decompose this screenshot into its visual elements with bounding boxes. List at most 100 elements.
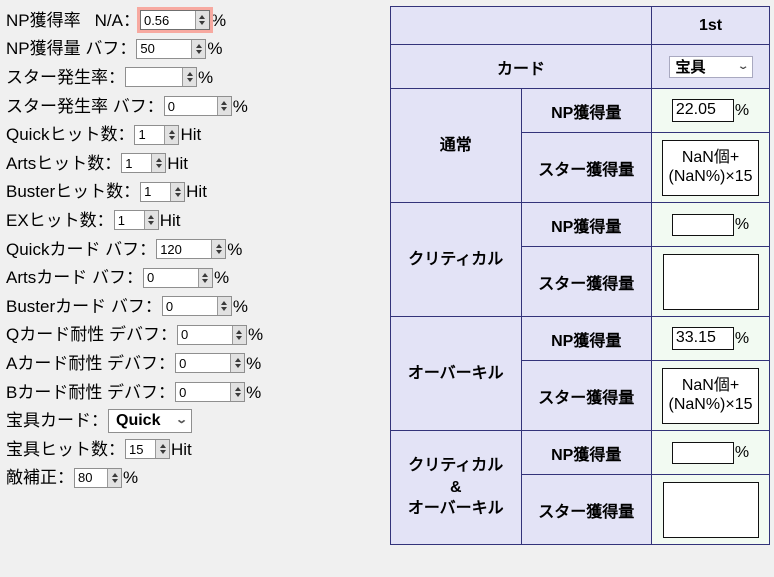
stepper-down-icon[interactable] <box>148 221 155 226</box>
suffix-q-card-resist-debuff: % <box>247 325 264 345</box>
form-row-buster-card-buff: Busterカード バフ： 0% <box>6 292 386 321</box>
spinner-star-rate[interactable] <box>125 67 197 88</box>
stepper-np-gain-rate[interactable] <box>194 11 209 30</box>
stepper-b-card-resist-debuff[interactable] <box>230 383 245 402</box>
label-buster-hits: Busterヒット数： <box>6 182 141 202</box>
stepper-quick-hits[interactable] <box>164 125 179 144</box>
stepper-up-icon[interactable] <box>111 472 118 477</box>
parameter-form: NP獲得率 N/A： 0.56% NP獲得量 バフ： 50% スター発生率：% スター発生率… <box>0 0 386 577</box>
stepper-down-icon[interactable] <box>159 450 166 455</box>
stepper-up-icon[interactable] <box>199 15 206 20</box>
select-np-card-type[interactable]: Quick ⌄ <box>108 408 192 433</box>
spinner-quick-card-buff[interactable]: 120 <box>156 239 227 260</box>
stepper-down-icon[interactable] <box>202 278 209 283</box>
stepper-star-rate[interactable] <box>182 68 196 87</box>
stepper-down-icon[interactable] <box>174 192 181 197</box>
input-a-card-resist-debuff[interactable]: 0 <box>176 354 231 373</box>
stepper-np-gain-buff[interactable] <box>191 39 206 58</box>
stepper-a-card-resist-debuff[interactable] <box>230 354 245 373</box>
stepper-quick-card-buff[interactable] <box>211 240 226 259</box>
stepper-up-icon[interactable] <box>168 129 175 134</box>
stepper-up-icon[interactable] <box>202 272 209 277</box>
card-type-select[interactable]: 宝具 ⌄ <box>668 55 753 78</box>
spinner-buster-hits[interactable]: 1 <box>140 181 186 202</box>
np-percent-label-1: % <box>734 215 750 233</box>
stepper-down-icon[interactable] <box>168 135 175 140</box>
stepper-down-icon[interactable] <box>111 478 118 483</box>
form-row-arts-card-buff: Artsカード バフ： 0% <box>6 263 386 292</box>
spinner-enemy-correction[interactable]: 80 <box>74 467 122 488</box>
stepper-star-rate-buff[interactable] <box>216 97 231 116</box>
spinner-arts-card-buff[interactable]: 0 <box>142 267 213 288</box>
stepper-up-icon[interactable] <box>159 444 166 449</box>
input-enemy-correction[interactable]: 80 <box>75 468 107 487</box>
stepper-buster-hits[interactable] <box>170 182 185 201</box>
metric-label-star-1: スター獲得量 <box>520 246 652 317</box>
stepper-up-icon[interactable] <box>221 301 228 306</box>
spinner-buster-card-buff[interactable]: 0 <box>161 296 232 317</box>
suffix-enemy-correction: % <box>123 468 139 488</box>
input-np-hits[interactable]: 15 <box>126 440 155 459</box>
stepper-up-icon[interactable] <box>148 215 155 220</box>
stepper-up-icon[interactable] <box>174 186 181 191</box>
input-arts-card-buff[interactable]: 0 <box>143 268 198 287</box>
stepper-down-icon[interactable] <box>234 393 241 398</box>
input-star-rate-buff[interactable]: 0 <box>164 97 217 116</box>
spinner-star-rate-buff[interactable]: 0 <box>163 96 232 117</box>
stepper-up-icon[interactable] <box>234 358 241 363</box>
stepper-up-icon[interactable] <box>234 387 241 392</box>
spinner-quick-hits[interactable]: 1 <box>134 124 180 145</box>
label-a-card-resist-debuff: Aカード耐性 デバフ： <box>6 353 176 373</box>
stepper-up-icon[interactable] <box>155 158 162 163</box>
stepper-down-icon[interactable] <box>195 49 202 54</box>
stepper-up-icon[interactable] <box>186 72 193 77</box>
input-b-card-resist-debuff[interactable]: 0 <box>176 383 231 402</box>
input-buster-card-buff[interactable]: 0 <box>162 297 217 316</box>
spinner-b-card-resist-debuff[interactable]: 0 <box>175 382 246 403</box>
stepper-q-card-resist-debuff[interactable] <box>231 325 246 344</box>
stepper-down-icon[interactable] <box>221 107 228 112</box>
stepper-down-icon[interactable] <box>234 364 241 369</box>
stepper-down-icon[interactable] <box>155 164 162 169</box>
spinner-np-gain-rate[interactable]: 0.56 <box>136 7 213 34</box>
np-value-output-0: 22.05 <box>671 99 734 122</box>
spinner-arts-hits[interactable]: 1 <box>121 153 167 174</box>
stepper-arts-card-buff[interactable] <box>197 268 212 287</box>
form-row-quick-card-buff: Quickカード バフ： 120% <box>6 235 386 264</box>
stepper-arts-hits[interactable] <box>151 154 166 173</box>
input-q-card-resist-debuff[interactable]: 0 <box>177 325 232 344</box>
stepper-buster-card-buff[interactable] <box>216 297 231 316</box>
input-np-gain-rate[interactable]: 0.56 <box>140 11 195 30</box>
stepper-enemy-correction[interactable] <box>107 468 121 487</box>
input-np-gain-buff[interactable]: 50 <box>137 39 192 58</box>
spinner-np-hits[interactable]: 15 <box>125 439 170 460</box>
form-row-np-gain-buff: NP獲得量 バフ： 50% <box>6 35 386 64</box>
stepper-down-icon[interactable] <box>215 250 222 255</box>
stepper-down-icon[interactable] <box>221 307 228 312</box>
spinner-np-gain-buff[interactable]: 50 <box>136 38 207 59</box>
form-row-a-card-resist-debuff: Aカード耐性 デバフ： 0% <box>6 349 386 378</box>
stepper-up-icon[interactable] <box>215 244 222 249</box>
label-arts-hits: Artsヒット数： <box>6 153 122 173</box>
suffix-ex-hits: Hit <box>159 210 181 230</box>
spinner-a-card-resist-debuff[interactable]: 0 <box>175 353 246 374</box>
stepper-up-icon[interactable] <box>236 329 243 334</box>
stepper-up-icon[interactable] <box>195 43 202 48</box>
spinner-q-card-resist-debuff[interactable]: 0 <box>176 324 247 345</box>
stepper-np-hits[interactable] <box>155 440 169 459</box>
input-arts-hits[interactable]: 1 <box>122 154 152 173</box>
stepper-down-icon[interactable] <box>186 78 193 83</box>
metric-label-star-3: スター獲得量 <box>520 474 652 545</box>
stepper-down-icon[interactable] <box>236 335 243 340</box>
stepper-down-icon[interactable] <box>199 21 206 26</box>
input-quick-hits[interactable]: 1 <box>135 125 165 144</box>
np-value-wrapper: % <box>671 213 750 236</box>
input-star-rate[interactable] <box>126 68 182 87</box>
form-row-buster-hits: Busterヒット数： 1 Hit <box>6 178 386 207</box>
spinner-ex-hits[interactable]: 1 <box>113 210 159 231</box>
input-quick-card-buff[interactable]: 120 <box>157 240 212 259</box>
stepper-up-icon[interactable] <box>221 101 228 106</box>
input-buster-hits[interactable]: 1 <box>141 182 171 201</box>
stepper-ex-hits[interactable] <box>143 211 158 230</box>
input-ex-hits[interactable]: 1 <box>114 211 144 230</box>
